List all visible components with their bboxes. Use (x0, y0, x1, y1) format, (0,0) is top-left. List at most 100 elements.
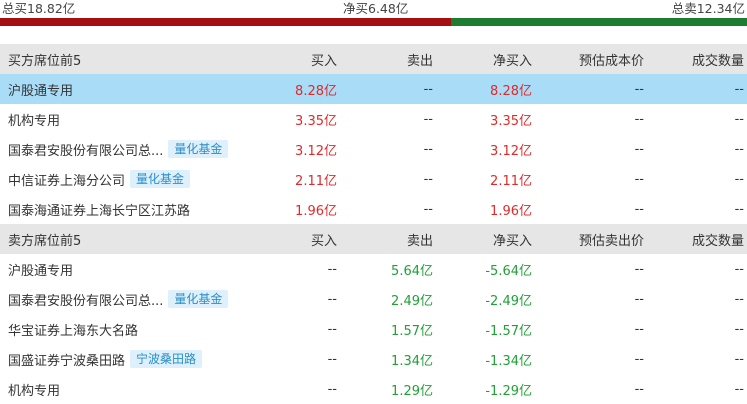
table-row[interactable]: 国泰海通证券上海长宁区江苏路 1.96亿 -- 1.96亿 -- -- (0, 194, 747, 224)
buy-sell-ratio-bar (0, 18, 747, 26)
net-buy-amount: -1.29亿 (485, 383, 532, 399)
table-row[interactable]: 华宝证券上海东大名路 -- 1.57亿 -1.57亿 -- -- (0, 314, 747, 344)
seat-name[interactable]: 沪股通专用 (8, 80, 73, 99)
seat-name[interactable]: 机构专用 (8, 380, 60, 399)
header-sell: 卖出 (406, 53, 433, 69)
buy-amount: -- (327, 261, 337, 277)
seat-name-cell: 机构专用 (0, 380, 277, 399)
est-price: -- (634, 141, 644, 157)
seat-name-cell: 国泰海通证券上海长宁区江苏路 (0, 200, 277, 219)
net-buy-amount: 8.28亿 (490, 83, 532, 99)
seat-tag-badge[interactable]: 量化基金 (168, 140, 229, 158)
volume: -- (734, 141, 744, 157)
sell-amount: 1.29亿 (391, 383, 433, 399)
sell-ratio-segment (451, 18, 747, 26)
buy-amount: 1.96亿 (295, 203, 337, 219)
sell-amount: -- (423, 201, 433, 217)
net-buy-amount: -1.57亿 (485, 323, 532, 339)
net-buy-label: 净买6.48亿 (343, 1, 409, 16)
seat-name[interactable]: 国泰海通证券上海长宁区江苏路 (8, 200, 190, 219)
seat-name-cell: 国泰君安股份有限公司总... 量化基金 (0, 290, 277, 309)
est-price: -- (634, 81, 644, 97)
volume: -- (734, 81, 744, 97)
net-buy-amount: -5.64亿 (485, 263, 532, 279)
buy-seats-table: 买方席位前5 买入 卖出 净买入 预估成本价 成交数量 沪股通专用 8.28亿 --… (0, 44, 747, 224)
seat-name[interactable]: 华宝证券上海东大名路 (8, 320, 138, 339)
table-row[interactable]: 机构专用 -- 1.29亿 -1.29亿 -- -- (0, 374, 747, 404)
seat-name-cell: 华宝证券上海东大名路 (0, 320, 277, 339)
sell-amount: 5.64亿 (391, 263, 433, 279)
table-row[interactable]: 机构专用 3.35亿 -- 3.35亿 -- -- (0, 104, 747, 134)
seat-name-cell: 国泰君安股份有限公司总... 量化基金 (0, 140, 277, 159)
seat-tag-badge[interactable]: 量化基金 (168, 290, 229, 308)
est-price: -- (634, 291, 644, 307)
summary-bar: 总买18.82亿 净买6.48亿 总卖12.34亿 (0, 0, 747, 26)
header-net-buy: 净买入 (492, 233, 532, 249)
header-seat-name: 买方席位前5 (8, 53, 82, 69)
sell-amount: 1.57亿 (391, 323, 433, 339)
seat-name[interactable]: 机构专用 (8, 110, 60, 129)
net-buy-amount: 1.96亿 (490, 203, 532, 219)
net-buy-amount: 3.35亿 (490, 113, 532, 129)
header-buy: 买入 (310, 53, 337, 69)
est-price: -- (634, 321, 644, 337)
seat-name[interactable]: 中信证券上海分公司 (8, 170, 125, 189)
sell-amount: -- (423, 81, 433, 97)
volume: -- (734, 381, 744, 397)
header-buy: 买入 (310, 233, 337, 249)
header-net-buy: 净买入 (492, 53, 532, 69)
est-price: -- (634, 111, 644, 127)
est-price: -- (634, 381, 644, 397)
seat-name[interactable]: 国盛证券宁波桑田路 (8, 350, 125, 369)
buy-amount: 2.11亿 (295, 173, 337, 189)
sell-amount: -- (423, 141, 433, 157)
est-price: -- (634, 351, 644, 367)
net-buy-amount: 3.12亿 (490, 143, 532, 159)
volume: -- (734, 261, 744, 277)
summary-text: 总买18.82亿 净买6.48亿 总卖12.34亿 (0, 0, 747, 18)
volume: -- (734, 171, 744, 187)
volume: -- (734, 201, 744, 217)
total-sell-label: 总卖12.34亿 (671, 1, 745, 16)
table-row[interactable]: 沪股通专用 8.28亿 -- 8.28亿 -- -- (0, 74, 747, 104)
buy-amount: -- (327, 321, 337, 337)
seat-name[interactable]: 沪股通专用 (8, 260, 73, 279)
header-volume: 成交数量 (691, 53, 744, 69)
table-row[interactable]: 国泰君安股份有限公司总... 量化基金 3.12亿 -- 3.12亿 -- -- (0, 134, 747, 164)
net-buy-amount: 2.11亿 (490, 173, 532, 189)
buy-amount: 3.35亿 (295, 113, 337, 129)
table-row[interactable]: 中信证券上海分公司 量化基金 2.11亿 -- 2.11亿 -- -- (0, 164, 747, 194)
sell-amount: -- (423, 111, 433, 127)
est-price: -- (634, 261, 644, 277)
net-buy-amount: -1.34亿 (485, 353, 532, 369)
seat-name[interactable]: 国泰君安股份有限公司总... (8, 290, 163, 309)
sell-seats-table: 卖方席位前5 买入 卖出 净买入 预估卖出价 成交数量 沪股通专用 -- 5.64亿… (0, 224, 747, 404)
seat-tag-badge[interactable]: 量化基金 (130, 170, 191, 188)
header-sell: 卖出 (406, 233, 433, 249)
seat-name-cell: 沪股通专用 (0, 260, 277, 279)
volume: -- (734, 291, 744, 307)
net-buy-amount: -2.49亿 (485, 293, 532, 309)
sell-amount: 2.49亿 (391, 293, 433, 309)
volume: -- (734, 321, 744, 337)
est-price: -- (634, 201, 644, 217)
seat-name-cell: 中信证券上海分公司 量化基金 (0, 170, 277, 189)
table-row[interactable]: 国泰君安股份有限公司总... 量化基金 -- 2.49亿 -2.49亿 -- -- (0, 284, 747, 314)
buy-amount: 3.12亿 (295, 143, 337, 159)
est-price: -- (634, 171, 644, 187)
seat-tag-badge[interactable]: 宁波桑田路 (130, 350, 203, 368)
buy-table-header: 买方席位前5 买入 卖出 净买入 预估成本价 成交数量 (0, 44, 747, 74)
header-est-sell-price: 预估卖出价 (578, 233, 644, 249)
sell-table-header: 卖方席位前5 买入 卖出 净买入 预估卖出价 成交数量 (0, 224, 747, 254)
sell-amount: -- (423, 171, 433, 187)
buy-amount: -- (327, 381, 337, 397)
sell-amount: 1.34亿 (391, 353, 433, 369)
table-row[interactable]: 国盛证券宁波桑田路 宁波桑田路 -- 1.34亿 -1.34亿 -- -- (0, 344, 747, 374)
seat-name-cell: 国盛证券宁波桑田路 宁波桑田路 (0, 350, 277, 369)
buy-amount: -- (327, 291, 337, 307)
volume: -- (734, 111, 744, 127)
seat-name[interactable]: 国泰君安股份有限公司总... (8, 140, 163, 159)
total-buy-label: 总买18.82亿 (2, 1, 76, 16)
header-est-cost: 预估成本价 (578, 53, 644, 69)
table-row[interactable]: 沪股通专用 -- 5.64亿 -5.64亿 -- -- (0, 254, 747, 284)
